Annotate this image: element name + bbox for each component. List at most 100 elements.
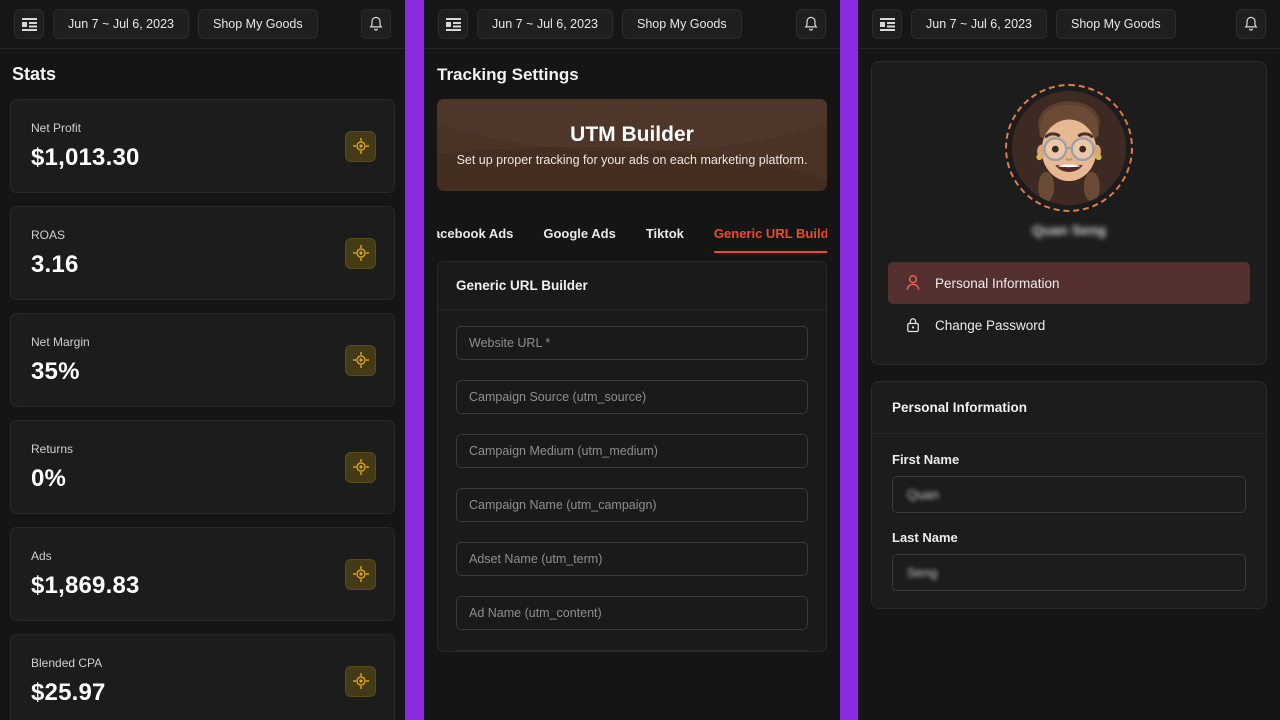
person-icon (904, 275, 921, 291)
utm-content-input[interactable]: Ad Name (utm_content) (456, 596, 808, 630)
first-name-value: Quan (907, 487, 939, 502)
panel-divider-1 (405, 0, 424, 720)
tracking-body: Tracking Settings UTM Builder Set up pro… (424, 49, 840, 652)
form-body: Website URL * Campaign Source (utm_sourc… (438, 310, 826, 651)
tab-generic-url-builder[interactable]: Generic URL Builder (713, 226, 827, 253)
stat-text: Ads $1,869.83 (31, 549, 140, 600)
tab-tiktok[interactable]: Tiktok (646, 226, 684, 253)
user-name: Quan Seng (1032, 222, 1106, 238)
stat-label: Net Profit (31, 120, 82, 135)
nav-item-personal-information[interactable]: Personal Information (888, 262, 1250, 304)
website-url-input[interactable]: Website URL * (456, 326, 808, 360)
utm-term-input[interactable]: Adset Name (utm_term) (456, 542, 808, 576)
target-crosshair-icon[interactable] (345, 130, 376, 162)
stat-label: Blended CPA (31, 655, 103, 670)
page-title: Tracking Settings (437, 65, 579, 84)
generic-url-builder-card: Generic URL Builder Website URL * Campai… (437, 261, 827, 652)
topbar: Jun 7 ~ Jul 6, 2023 Shop My Goods (0, 0, 405, 49)
utm-medium-input[interactable]: Campaign Medium (utm_medium) (456, 434, 808, 468)
panel-account-settings: Jun 7 ~ Jul 6, 2023 Shop My Goods Quan S… (858, 0, 1280, 720)
personal-information-card: Personal Information First Name Quan Las… (871, 381, 1267, 609)
tab-google-ads[interactable]: Google Ads (543, 226, 615, 253)
stat-value: 0% (31, 464, 67, 492)
banner-subtitle: Set up proper tracking for your ads on e… (456, 153, 808, 167)
panel-divider-2 (840, 0, 858, 720)
profile-card: Quan Seng Personal Information Change Pa… (871, 61, 1267, 365)
stat-value: $1,869.83 (31, 571, 140, 599)
nav-item-label: Change Password (935, 317, 1046, 333)
sidebar-toggle-icon[interactable] (438, 9, 468, 39)
panel-tracking-settings: Jun 7 ~ Jul 6, 2023 Shop My Goods Tracki… (424, 0, 840, 720)
stat-text: ROAS 3.16 (31, 228, 79, 279)
stat-value: $1,013.30 (31, 143, 140, 171)
utm-source-input[interactable]: Campaign Source (utm_source) (456, 380, 808, 414)
sidebar-toggle-icon[interactable] (14, 9, 44, 39)
nav-item-change-password[interactable]: Change Password (888, 304, 1250, 346)
bell-icon[interactable] (1236, 9, 1266, 39)
stat-label: ROAS (31, 227, 66, 242)
date-range-label: Jun 7 ~ Jul 6, 2023 (492, 17, 598, 31)
platform-tabs: Facebook Ads Google Ads Tiktok Generic U… (437, 205, 827, 253)
store-name-label: Shop My Goods (636, 17, 727, 31)
user-avatar-memoji (1012, 91, 1126, 205)
nav-item-label: Personal Information (935, 275, 1060, 291)
utm-campaign-input[interactable]: Campaign Name (utm_campaign) (456, 488, 808, 522)
last-name-field[interactable]: Seng (892, 554, 1246, 591)
form-divider (456, 650, 808, 651)
utm-campaign-placeholder: Campaign Name (utm_campaign) (469, 498, 657, 512)
form-heading: Generic URL Builder (438, 262, 826, 310)
stat-label: Net Margin (31, 334, 90, 349)
store-name-label: Shop My Goods (212, 17, 303, 31)
stat-text: Net Margin 35% (31, 335, 90, 386)
target-crosshair-icon[interactable] (345, 558, 376, 590)
topbar: Jun 7 ~ Jul 6, 2023 Shop My Goods (858, 0, 1280, 49)
utm-source-placeholder: Campaign Source (utm_source) (469, 390, 647, 404)
last-name-value: Seng (907, 565, 938, 580)
target-crosshair-icon[interactable] (345, 237, 376, 269)
first-name-label: First Name (892, 452, 960, 467)
stat-card[interactable]: ROAS 3.16 (10, 206, 395, 300)
date-range-pill[interactable]: Jun 7 ~ Jul 6, 2023 (911, 9, 1047, 39)
bell-icon[interactable] (361, 9, 391, 39)
stat-card[interactable]: Net Profit $1,013.30 (10, 99, 395, 193)
target-crosshair-icon[interactable] (345, 665, 376, 697)
first-name-field[interactable]: Quan (892, 476, 1246, 513)
stat-text: Returns 0% (31, 442, 73, 493)
banner-title: UTM Builder (570, 123, 694, 146)
stat-card[interactable]: Ads $1,869.83 (10, 527, 395, 621)
avatar-ring[interactable] (1005, 84, 1133, 212)
stat-card[interactable]: Net Margin 35% (10, 313, 395, 407)
date-range-label: Jun 7 ~ Jul 6, 2023 (926, 17, 1032, 31)
bell-icon[interactable] (796, 9, 826, 39)
date-range-pill[interactable]: Jun 7 ~ Jul 6, 2023 (477, 9, 613, 39)
account-body: Quan Seng Personal Information Change Pa… (858, 49, 1280, 609)
page-title: Stats (12, 64, 57, 84)
info-card-body: First Name Quan Last Name Seng (872, 434, 1266, 591)
stat-card[interactable]: Returns 0% (10, 420, 395, 514)
stats-body: Stats Net Profit $1,013.30 ROAS 3.16 Net… (0, 49, 405, 720)
tab-facebook-ads[interactable]: Facebook Ads (437, 226, 513, 253)
utm-term-placeholder: Adset Name (utm_term) (469, 552, 603, 566)
website-url-placeholder: Website URL * (469, 336, 551, 350)
stat-text: Blended CPA $25.97 (31, 656, 106, 707)
last-name-label: Last Name (892, 530, 958, 545)
date-range-pill[interactable]: Jun 7 ~ Jul 6, 2023 (53, 9, 189, 39)
store-selector-pill[interactable]: Shop My Goods (197, 9, 318, 39)
stat-label: Returns (31, 441, 74, 456)
target-crosshair-icon[interactable] (345, 451, 376, 483)
store-selector-pill[interactable]: Shop My Goods (1055, 9, 1176, 39)
stat-text: Net Profit $1,013.30 (31, 121, 140, 172)
utm-builder-banner: UTM Builder Set up proper tracking for y… (437, 99, 827, 191)
date-range-label: Jun 7 ~ Jul 6, 2023 (68, 17, 174, 31)
info-card-heading: Personal Information (872, 382, 1266, 434)
stat-value: 35% (31, 357, 80, 385)
topbar: Jun 7 ~ Jul 6, 2023 Shop My Goods (424, 0, 840, 49)
stat-label: Ads (31, 548, 52, 563)
three-panel-screenshot: Jun 7 ~ Jul 6, 2023 Shop My Goods Stats … (0, 0, 1280, 720)
sidebar-toggle-icon[interactable] (872, 9, 902, 39)
target-crosshair-icon[interactable] (345, 344, 376, 376)
stat-card[interactable]: Blended CPA $25.97 (10, 634, 395, 720)
lock-icon (904, 317, 921, 333)
store-name-label: Shop My Goods (1070, 17, 1161, 31)
store-selector-pill[interactable]: Shop My Goods (621, 9, 742, 39)
